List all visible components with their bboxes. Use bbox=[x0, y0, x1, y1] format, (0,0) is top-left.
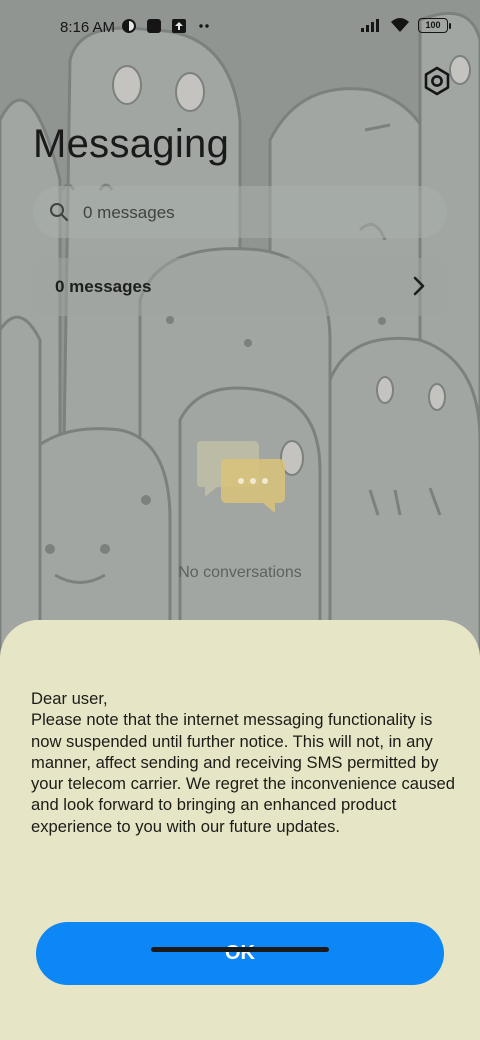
upload-notification-icon bbox=[172, 19, 186, 33]
settings-icon[interactable] bbox=[420, 64, 454, 98]
search-icon bbox=[50, 203, 69, 222]
status-bar: 8:16 AM 100 bbox=[0, 0, 480, 56]
dialog-message: Dear user, Please note that the internet… bbox=[31, 689, 455, 836]
signal-icon bbox=[361, 19, 379, 32]
search-placeholder: 0 messages bbox=[83, 203, 175, 222]
ok-button[interactable]: OK bbox=[36, 922, 444, 985]
more-dots-icon bbox=[199, 24, 209, 28]
status-system-icons: 100 bbox=[360, 17, 451, 33]
page-title: Messaging bbox=[33, 122, 230, 166]
search-bar[interactable]: 0 messages bbox=[33, 186, 447, 238]
status-time: 8:16 AM bbox=[60, 19, 116, 36]
empty-conversations-icon bbox=[197, 441, 285, 513]
chevron-right-icon bbox=[413, 276, 425, 296]
home-indicator[interactable] bbox=[151, 947, 329, 952]
wifi-icon bbox=[391, 18, 409, 32]
empty-state-text: No conversations bbox=[178, 564, 302, 581]
status-notification-icons bbox=[121, 18, 212, 34]
messages-folder-row[interactable]: 0 messages bbox=[31, 258, 449, 316]
app-notification-icon bbox=[122, 19, 136, 33]
messages-row-label: 0 messages bbox=[55, 277, 152, 296]
square-notification-icon bbox=[147, 19, 161, 33]
battery-icon: 100 bbox=[418, 17, 451, 33]
suspension-notice-dialog: Dear user, Please note that the internet… bbox=[0, 620, 480, 1040]
